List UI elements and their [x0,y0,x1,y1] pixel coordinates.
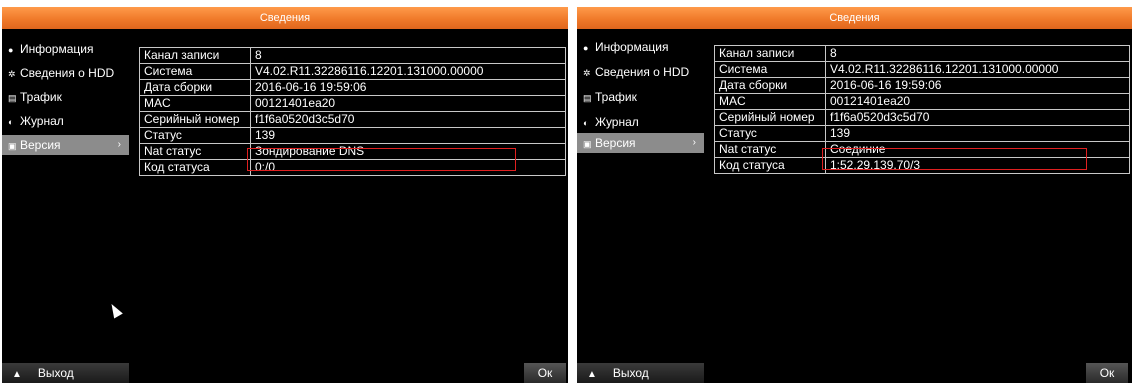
chevron-right-icon: › [117,139,121,150]
table-row: MAC 00121401ea20 [714,93,1130,110]
sidebar-item-traffic[interactable]: ▤ Трафик [2,87,129,107]
sidebar: ● Информация ✲ Сведения о HDD ▤ Трафик ◐ Жур… [577,29,704,383]
sidebar-item-log[interactable]: ◐ Журнал [2,111,129,131]
log-icon: ◐ [8,117,14,127]
table-row: Дата сборки 2016-06-16 19:59:06 [714,77,1130,94]
sidebar-item-info[interactable]: ● Информация [577,37,704,57]
table-row: Дата сборки 2016-06-16 19:59:06 [139,79,566,96]
hdd-icon: ✲ [583,68,591,78]
table-row: Канал записи 8 [714,45,1130,62]
ok-button[interactable]: Ок [524,363,566,383]
exit-button[interactable]: ▲ Выход [577,363,704,383]
highlight-box [247,148,516,171]
table-row: Статус 139 [714,125,1130,142]
home-icon: ▲ [12,369,22,380]
sidebar-item-info[interactable]: ● Информация [2,39,129,59]
traffic-icon: ▤ [8,93,17,103]
log-icon: ◐ [583,118,589,128]
sidebar-item-hdd[interactable]: ✲ Сведения о HDD [2,63,129,83]
table-row: Серийный номер f1f6a0520d3c5d70 [139,111,566,128]
sidebar-item-log[interactable]: ◐ Журнал [577,112,704,132]
version-icon: ▣ [8,141,17,151]
home-icon: ▲ [587,369,597,380]
traffic-icon: ▤ [583,93,592,103]
info-icon: ● [583,43,589,53]
window-title: Сведения [577,7,1132,29]
chevron-right-icon: › [692,137,696,148]
table-row: Серийный номер f1f6a0520d3c5d70 [714,109,1130,126]
window-title: Сведения [2,7,568,29]
sidebar: ● Информация ✲ Сведения о HDD ▤ Трафик ◐ Жур… [2,29,129,383]
hdd-icon: ✲ [8,69,16,79]
table-row: Система V4.02.R11.32286116.12201.131000.0… [139,63,566,80]
sidebar-item-version[interactable]: ▣ Версия › [577,133,704,153]
table-row: Статус 139 [139,127,566,144]
table-row: Канал записи 8 [139,47,566,64]
ok-button[interactable]: Ок [1086,363,1128,383]
highlight-box [822,148,1087,170]
info-icon: ● [8,45,14,55]
sidebar-item-traffic[interactable]: ▤ Трафик [577,87,704,107]
sidebar-item-version[interactable]: ▣ Версия › [2,135,129,155]
info-screen-right: Сведения ● Информация ✲ Сведения о HDD ▤ Тр… [577,7,1132,383]
table-row: MAC 00121401ea20 [139,95,566,112]
table-row: Система V4.02.R11.32286116.12201.131000.0… [714,61,1130,78]
exit-button[interactable]: ▲ Выход [2,363,129,383]
info-screen-left: Сведения ● Информация ✲ Сведения о HDD ▤ Тр… [2,7,568,383]
sidebar-item-hdd[interactable]: ✲ Сведения о HDD [577,62,704,82]
version-icon: ▣ [583,139,592,149]
